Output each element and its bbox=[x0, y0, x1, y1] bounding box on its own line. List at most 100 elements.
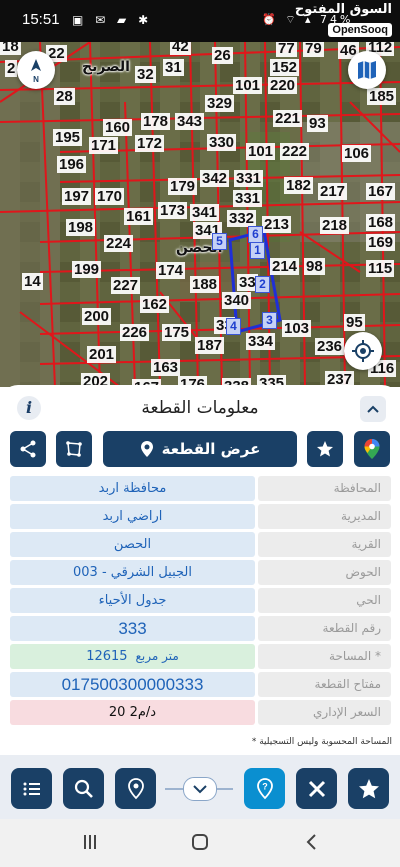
parcel-number[interactable]: 14 bbox=[22, 273, 43, 290]
parcel-number[interactable]: 101 bbox=[233, 77, 263, 94]
parcel-number[interactable]: 173 bbox=[158, 202, 188, 219]
parcel-number[interactable]: 343 bbox=[175, 113, 205, 130]
parcel-number[interactable]: 197 bbox=[62, 188, 92, 205]
parcel-number[interactable]: 198 bbox=[66, 219, 96, 236]
parcel-number[interactable]: 32 bbox=[135, 66, 156, 83]
parcel-number[interactable]: 106 bbox=[342, 145, 372, 162]
parcel-number[interactable]: 341 bbox=[190, 204, 220, 221]
home-button[interactable] bbox=[191, 833, 209, 855]
nearby-parcel-button[interactable] bbox=[115, 768, 156, 809]
list-button[interactable] bbox=[11, 768, 52, 809]
parcel-number[interactable]: 179 bbox=[168, 178, 198, 195]
parcel-number[interactable]: 217 bbox=[318, 183, 348, 200]
tools-button[interactable] bbox=[296, 768, 337, 809]
parcel-number[interactable]: 187 bbox=[195, 337, 225, 354]
parcel-number[interactable]: 101 bbox=[246, 143, 276, 160]
parcel-number[interactable]: 77 bbox=[276, 42, 297, 57]
parcel-number[interactable]: 201 bbox=[87, 346, 117, 363]
parcel-number[interactable]: 31 bbox=[163, 59, 184, 76]
compass-button[interactable]: N bbox=[17, 51, 55, 89]
parcel-number[interactable]: 171 bbox=[89, 137, 119, 154]
selected-parcel-label[interactable]: 340 bbox=[222, 292, 252, 309]
status-bar: 15:51 ▣ ✉ ▰ ✱ ⏰ ⌔ ▴ 74% السوق المفتوح Op… bbox=[0, 0, 400, 42]
row-area: 12615 متر مربع المساحة * bbox=[10, 644, 391, 669]
parcel-number[interactable]: 152 bbox=[270, 59, 300, 76]
parcel-number[interactable]: 214 bbox=[270, 258, 300, 275]
parcel-number[interactable]: 236 bbox=[315, 338, 345, 355]
vertex-marker[interactable]: 3 bbox=[262, 312, 277, 329]
parcel-number[interactable]: 188 bbox=[190, 276, 220, 293]
row-basin: الجبيل الشرقي - 003 الحوض bbox=[10, 560, 391, 585]
parcel-number[interactable]: 200 bbox=[82, 308, 112, 325]
recent-apps-icon bbox=[84, 835, 96, 849]
parcel-number[interactable]: 175 bbox=[162, 324, 192, 341]
row-admin-price: 20 د/م2 السعر الإداري bbox=[10, 700, 391, 725]
parcel-number[interactable]: 178 bbox=[141, 113, 171, 130]
parcel-number[interactable]: 224 bbox=[104, 235, 134, 252]
parcel-number[interactable]: 331 bbox=[233, 190, 263, 207]
parcel-number[interactable]: 162 bbox=[140, 296, 170, 313]
parcel-number[interactable]: 160 bbox=[103, 119, 133, 136]
parcel-number[interactable]: 98 bbox=[304, 258, 325, 275]
vertex-marker[interactable]: 5 bbox=[212, 233, 227, 250]
parcel-number[interactable]: 170 bbox=[95, 188, 125, 205]
parcel-number[interactable]: 195 bbox=[53, 129, 83, 146]
share-button[interactable] bbox=[10, 431, 46, 467]
parcel-number[interactable]: 168 bbox=[366, 214, 396, 231]
village-value: الحصن bbox=[10, 532, 255, 557]
parcel-number[interactable]: 332 bbox=[227, 210, 257, 227]
parcel-number[interactable]: 222 bbox=[280, 143, 310, 160]
parcel-number[interactable]: 226 bbox=[120, 324, 150, 341]
parcel-number[interactable]: 218 bbox=[320, 217, 350, 234]
back-button[interactable] bbox=[305, 833, 317, 855]
shape-button[interactable] bbox=[56, 431, 92, 467]
parcel-number[interactable]: 342 bbox=[200, 170, 230, 187]
parcel-number[interactable]: 334 bbox=[246, 333, 276, 350]
parcel-number[interactable]: 331 bbox=[234, 170, 264, 187]
google-maps-button[interactable] bbox=[354, 431, 390, 467]
parcel-number[interactable]: 196 bbox=[57, 156, 87, 173]
parcel-number[interactable]: 167 bbox=[366, 183, 396, 200]
show-parcel-button[interactable]: عرض القطعة bbox=[103, 431, 297, 467]
parcel-number[interactable]: 93 bbox=[307, 115, 328, 132]
parcel-number[interactable]: 199 bbox=[72, 261, 102, 278]
parcel-number[interactable]: 172 bbox=[135, 135, 165, 152]
vertex-marker[interactable]: 1 bbox=[250, 242, 265, 259]
parcel-number[interactable]: 220 bbox=[268, 77, 298, 94]
parcel-number[interactable]: 213 bbox=[262, 216, 292, 233]
map-view[interactable]: الصريح الحصن 18 22 42 26 77 79 46 112 2 … bbox=[0, 42, 400, 387]
vertex-marker[interactable]: 4 bbox=[226, 318, 241, 335]
parcel-number[interactable]: 182 bbox=[284, 177, 314, 194]
vertex-marker[interactable]: 2 bbox=[255, 276, 270, 293]
parcel-number-value: 333 bbox=[10, 616, 255, 641]
collapse-button[interactable] bbox=[360, 396, 386, 422]
favorites-button[interactable] bbox=[348, 768, 389, 809]
parcel-number[interactable]: 103 bbox=[282, 320, 312, 337]
parcel-number[interactable]: 28 bbox=[54, 88, 75, 105]
parcel-number[interactable]: 79 bbox=[303, 42, 324, 57]
parcel-number[interactable]: 227 bbox=[111, 277, 141, 294]
parcel-number[interactable]: 115 bbox=[366, 260, 395, 277]
parcel-number[interactable]: 329 bbox=[205, 95, 235, 112]
vertex-marker[interactable]: 6 bbox=[248, 226, 263, 243]
recent-apps-button[interactable] bbox=[82, 833, 98, 855]
basin-label: الحوض bbox=[258, 560, 391, 585]
map-layers-button[interactable] bbox=[348, 51, 386, 89]
parcel-number[interactable]: 221 bbox=[273, 110, 303, 127]
parcel-number[interactable]: 18 bbox=[0, 42, 21, 55]
parcel-number[interactable]: 174 bbox=[156, 262, 186, 279]
parcel-number[interactable]: 161 bbox=[124, 208, 154, 225]
parcel-number[interactable]: 26 bbox=[212, 47, 233, 64]
parcel-number[interactable]: 330 bbox=[207, 134, 237, 151]
help-button[interactable]: ? bbox=[244, 768, 285, 809]
parcel-number[interactable]: 95 bbox=[344, 314, 365, 331]
parcel-number[interactable]: 169 bbox=[366, 234, 396, 251]
parcel-number[interactable]: 163 bbox=[151, 359, 181, 376]
search-button[interactable] bbox=[63, 768, 104, 809]
favorite-button[interactable] bbox=[307, 431, 343, 467]
parcel-number[interactable]: 2 bbox=[5, 60, 18, 77]
expand-toolbar-button[interactable] bbox=[183, 777, 217, 801]
parcel-number[interactable]: 42 bbox=[170, 42, 191, 55]
my-location-button[interactable] bbox=[344, 332, 382, 370]
parcel-number[interactable]: 185 bbox=[367, 88, 397, 105]
